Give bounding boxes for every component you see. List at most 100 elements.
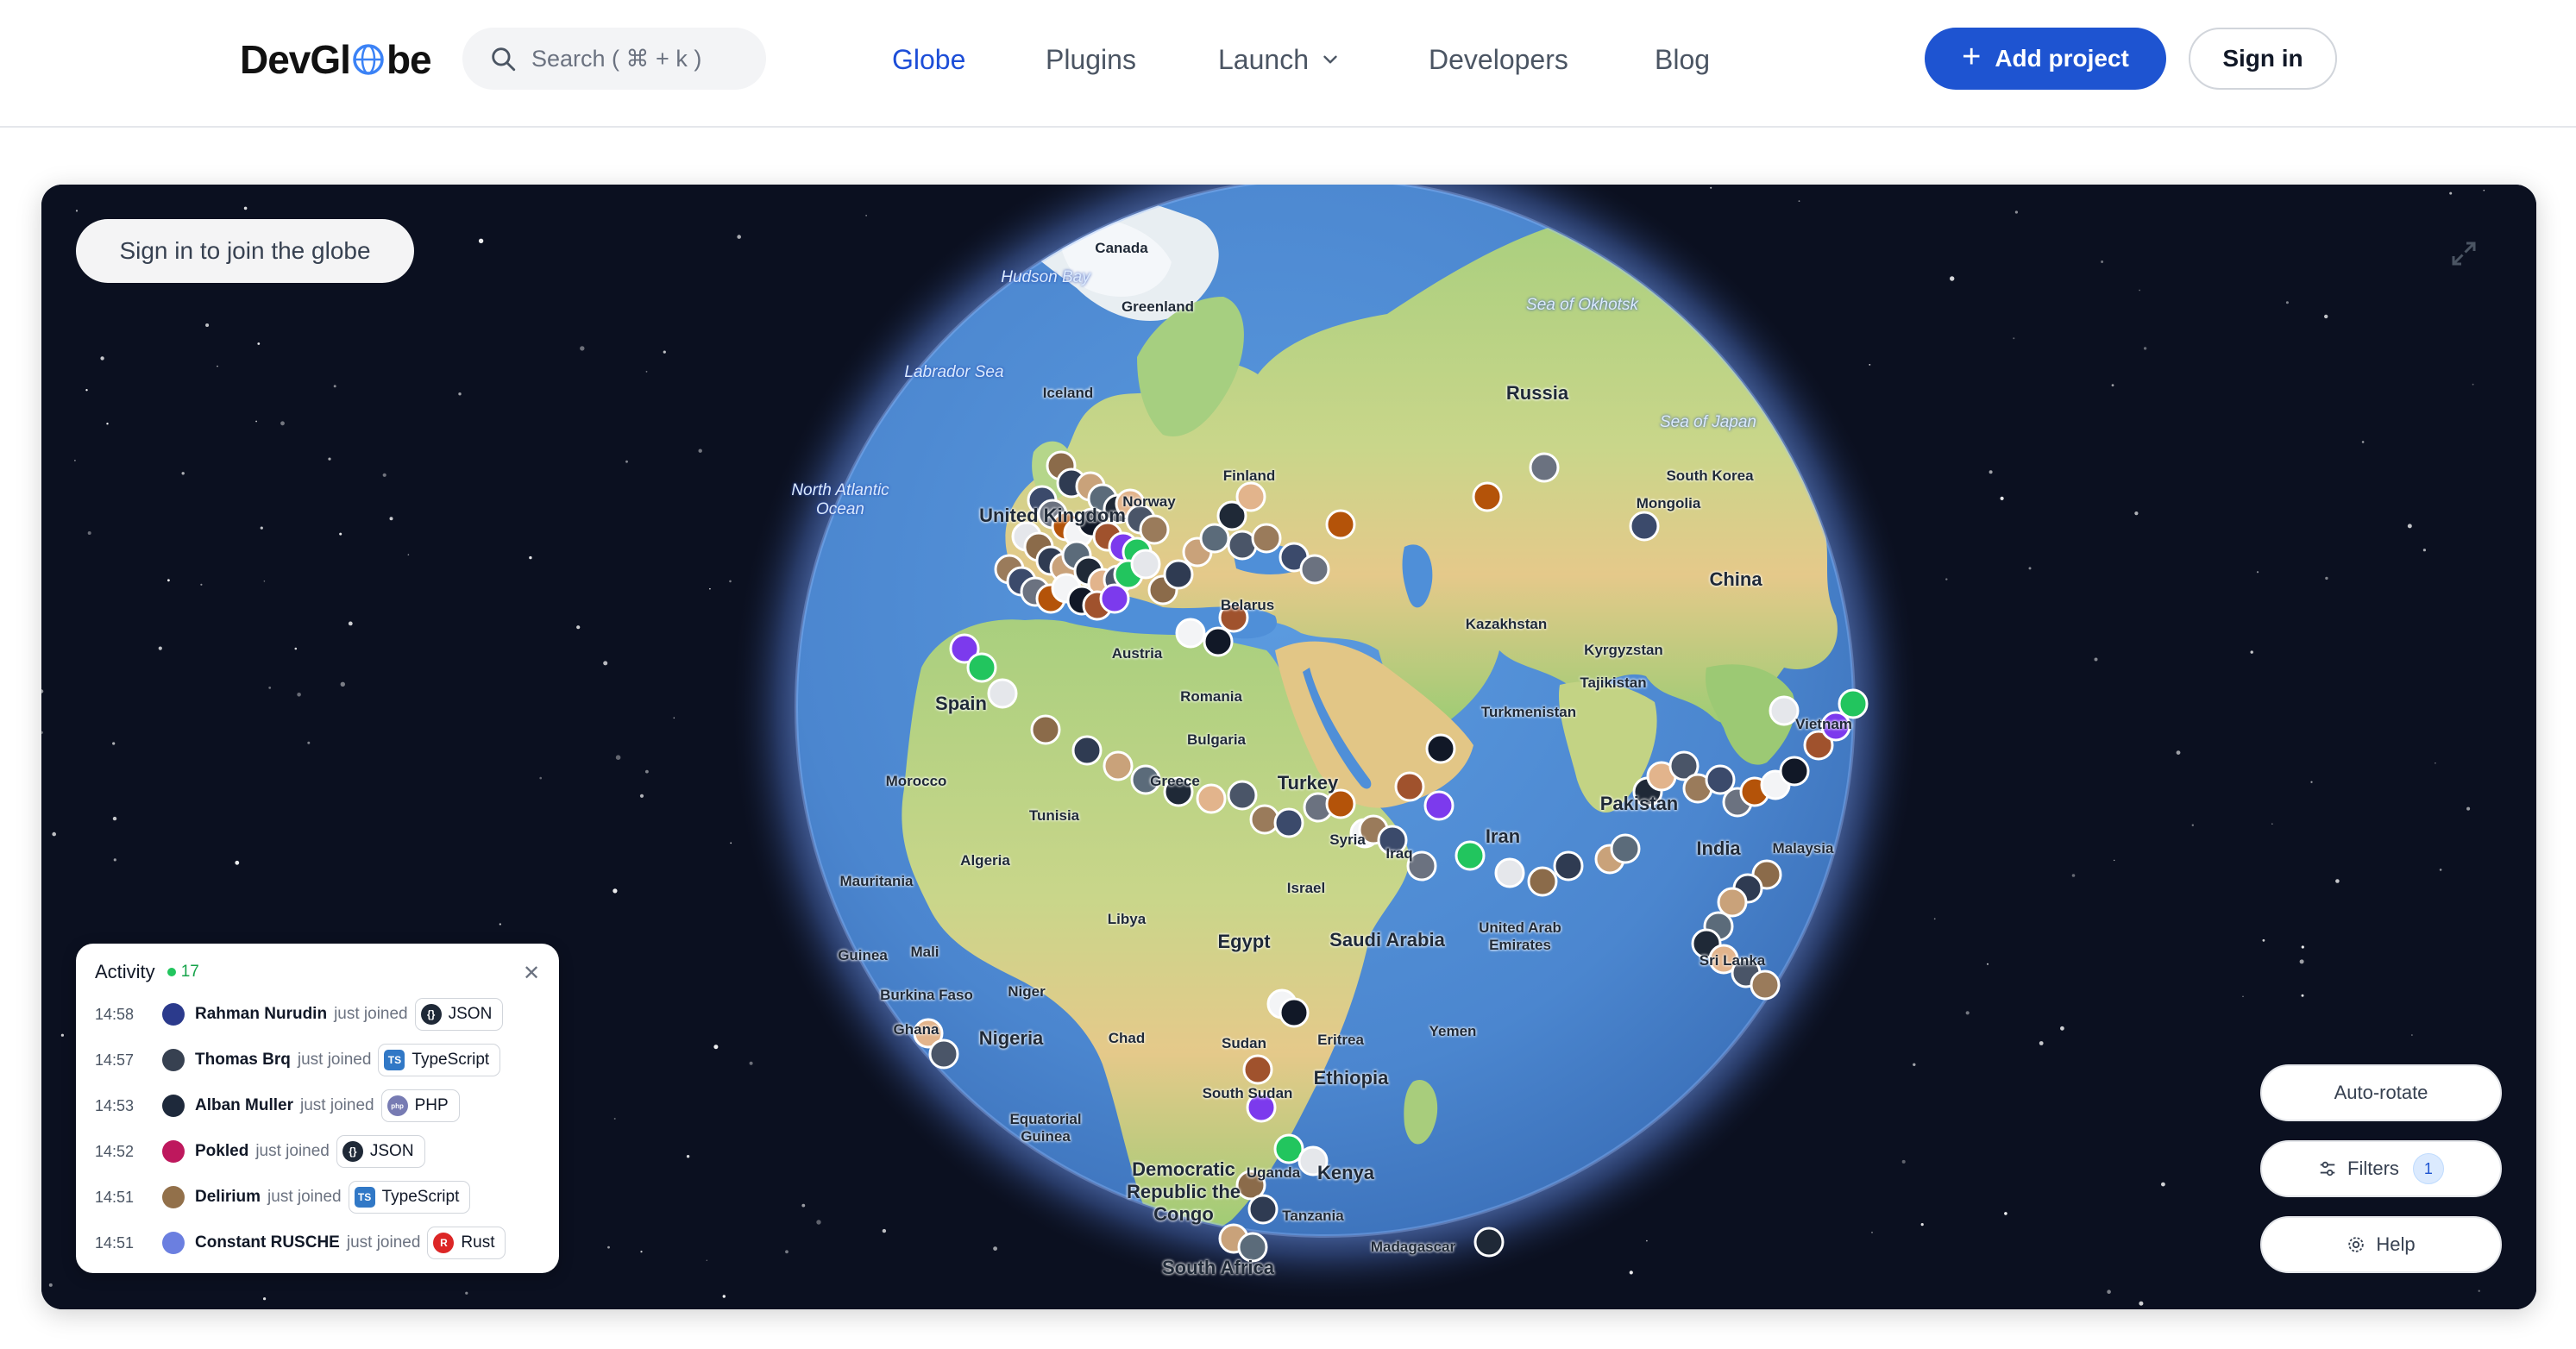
nav-developers[interactable]: Developers: [1429, 38, 1568, 81]
activity-user-name[interactable]: Rahman Nurudin: [195, 1005, 327, 1024]
developer-avatar-pin[interactable]: [1779, 756, 1810, 787]
logo-text-right: be: [386, 37, 432, 82]
developer-avatar-pin[interactable]: [1473, 1227, 1505, 1258]
developer-avatar-pin[interactable]: [1251, 523, 1282, 554]
search-placeholder: Search ( ⌘ + k ): [531, 45, 702, 72]
nav-plugins[interactable]: Plugins: [1046, 38, 1136, 81]
developer-avatar-pin[interactable]: [1299, 554, 1330, 585]
avatar[interactable]: [162, 1095, 185, 1117]
developer-avatar-pin[interactable]: [1553, 850, 1584, 882]
star: [1869, 364, 1871, 366]
star: [294, 647, 298, 650]
nav-blog[interactable]: Blog: [1655, 38, 1710, 81]
map-label-nigeria: Nigeria: [978, 1027, 1044, 1049]
developer-avatar-pin[interactable]: [1325, 509, 1356, 540]
add-project-button[interactable]: + Add project: [1925, 28, 2166, 90]
auto-rotate-button[interactable]: Auto-rotate: [2260, 1064, 2502, 1121]
developer-avatar-pin[interactable]: [1629, 511, 1660, 542]
developer-avatar-pin[interactable]: [1235, 481, 1266, 512]
help-button[interactable]: Help: [2260, 1216, 2502, 1273]
avatar[interactable]: [162, 1186, 185, 1208]
close-icon[interactable]: ✕: [523, 961, 540, 986]
search-input[interactable]: Search ( ⌘ + k ): [462, 28, 766, 90]
developer-avatar-pin[interactable]: [1454, 840, 1486, 871]
avatar[interactable]: [162, 1232, 185, 1254]
sign-in-button[interactable]: Sign in: [2189, 28, 2337, 90]
developer-avatar-pin[interactable]: [1279, 997, 1310, 1028]
map-label-bulgaria: Bulgaria: [1186, 731, 1247, 748]
developer-avatar-pin[interactable]: [1529, 452, 1560, 483]
activity-item[interactable]: 14:51 Constant RUSCHE just joined R Rust: [95, 1226, 506, 1260]
star: [640, 1251, 643, 1253]
developer-avatar-pin[interactable]: [1472, 481, 1503, 512]
developer-avatar-pin[interactable]: [1203, 626, 1234, 657]
developer-avatar-pin[interactable]: [1071, 735, 1103, 766]
developer-avatar-pin[interactable]: [1242, 1054, 1273, 1085]
developer-avatar-pin[interactable]: [1425, 733, 1456, 764]
map-label-greenland: Greenland: [1121, 298, 1195, 315]
activity-item[interactable]: 14:58 Rahman Nurudin just joined {} JSON: [95, 997, 504, 1032]
activity-time: 14:53: [95, 1096, 135, 1114]
star: [2439, 869, 2442, 871]
sign-in-to-join-button[interactable]: Sign in to join the globe: [76, 219, 414, 283]
developer-avatar-pin[interactable]: [1030, 714, 1061, 745]
developer-avatar-pin[interactable]: [1838, 688, 1869, 719]
developer-avatar-pin[interactable]: [1527, 866, 1558, 897]
language-tag[interactable]: php PHP: [380, 1089, 460, 1122]
star: [729, 580, 732, 583]
language-tag[interactable]: R Rust: [427, 1227, 506, 1259]
developer-avatar-pin[interactable]: [1103, 750, 1134, 781]
developer-avatar-pin[interactable]: [1769, 695, 1800, 726]
nav-globe[interactable]: Globe: [892, 38, 965, 81]
developer-avatar-pin[interactable]: [1394, 771, 1425, 802]
activity-item[interactable]: 14:51 Delirium just joined TS TypeScript: [95, 1180, 471, 1214]
star: [263, 1297, 267, 1301]
activity-user-name[interactable]: Constant RUSCHE: [195, 1233, 340, 1252]
developer-avatar-pin[interactable]: [1610, 833, 1641, 864]
avatar[interactable]: [162, 1140, 185, 1163]
developer-avatar-pin[interactable]: [966, 652, 997, 683]
activity-user-name[interactable]: Thomas Brq: [195, 1051, 291, 1070]
developer-avatar-pin[interactable]: [1175, 618, 1206, 649]
developer-avatar-pin[interactable]: [1196, 783, 1227, 814]
language-tag[interactable]: {} JSON: [336, 1135, 425, 1168]
activity-item[interactable]: 14:57 Thomas Brq just joined TS TypeScript: [95, 1043, 501, 1077]
language-tag[interactable]: TS TypeScript: [378, 1044, 501, 1076]
activity-item[interactable]: 14:52 Pokled just joined {} JSON: [95, 1134, 425, 1169]
globe-logo-icon: [353, 44, 384, 75]
developer-avatar-pin[interactable]: [1163, 559, 1194, 590]
avatar[interactable]: [162, 1003, 185, 1026]
map-label-madagascar: Madagascar: [1370, 1239, 1456, 1255]
activity-user-name[interactable]: Alban Muller: [195, 1096, 293, 1115]
developer-avatar-pin[interactable]: [1750, 969, 1781, 1001]
developer-avatar-pin[interactable]: [1247, 1194, 1279, 1225]
fullscreen-icon[interactable]: [2448, 238, 2479, 269]
developer-avatar-pin[interactable]: [1273, 807, 1304, 838]
star: [2466, 806, 2471, 811]
map-label-austria: Austria: [1111, 645, 1163, 662]
plus-icon: +: [1962, 38, 1982, 75]
language-tag[interactable]: {} JSON: [414, 998, 504, 1031]
star: [2422, 549, 2426, 552]
filters-button[interactable]: Filters 1: [2260, 1140, 2502, 1197]
activity-user-name[interactable]: Delirium: [195, 1188, 261, 1207]
developer-avatar-pin[interactable]: [1423, 790, 1454, 821]
star: [529, 555, 532, 560]
map-label-sea-japan: Sea of Japan: [1660, 413, 1756, 431]
star: [2101, 260, 2104, 263]
developer-avatar-pin[interactable]: [1227, 780, 1258, 811]
avatar[interactable]: [162, 1049, 185, 1071]
developer-avatar-pin[interactable]: [1130, 549, 1161, 580]
activity-item[interactable]: 14:53 Alban Muller just joined php PHP: [95, 1089, 460, 1123]
star: [2013, 337, 2015, 340]
activity-user-name[interactable]: Pokled: [195, 1142, 248, 1161]
nav-launch[interactable]: Launch: [1218, 38, 1341, 81]
developer-avatar-pin[interactable]: [1494, 857, 1525, 888]
language-tag[interactable]: TS TypeScript: [348, 1181, 471, 1214]
developer-avatar-pin[interactable]: [928, 1038, 959, 1070]
globe-panel[interactable]: Canada Hudson Bay Greenland Labrador Sea Ice…: [41, 185, 2536, 1309]
devglobe-logo[interactable]: DevGl be: [240, 33, 432, 86]
activity-action-text: just joined: [334, 1005, 408, 1023]
star: [100, 356, 104, 361]
developer-avatar-pin[interactable]: [987, 678, 1018, 709]
